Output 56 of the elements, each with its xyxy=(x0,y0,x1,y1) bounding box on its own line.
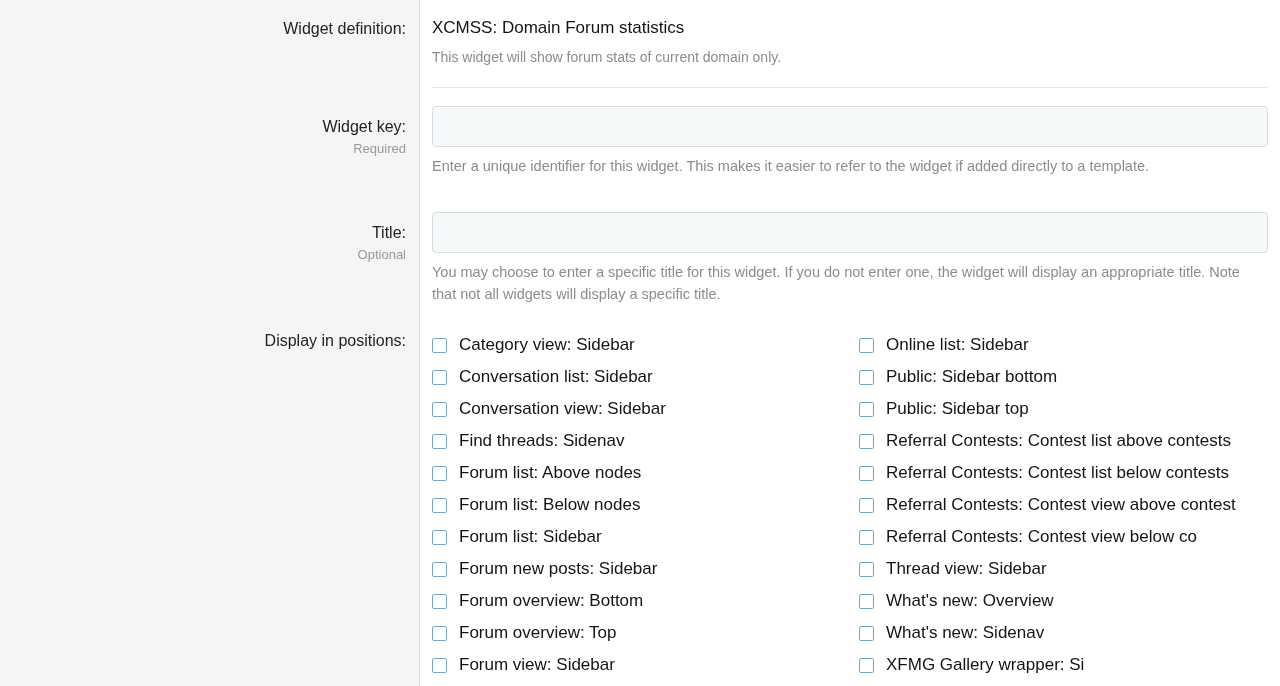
checkbox-label: Forum list: Sidebar xyxy=(459,526,602,549)
checkbox[interactable] xyxy=(432,625,447,641)
checkbox-label: What's new: Overview xyxy=(886,590,1054,613)
checkbox[interactable] xyxy=(859,433,874,449)
checkbox-label: Referral Contests: Contest list above contests xyxy=(886,430,1231,453)
checkbox[interactable] xyxy=(432,401,447,417)
checkbox[interactable] xyxy=(859,529,874,545)
checkbox[interactable] xyxy=(859,465,874,481)
checkbox-label: Forum list: Above nodes xyxy=(459,462,642,485)
checkbox-label: Public: Sidebar top xyxy=(886,398,1029,421)
checkbox-label: Thread view: Sidebar xyxy=(886,558,1047,581)
field-hint: You may choose to enter a specific title for this widget. If you do not enter one, the widget will display an appropriate title. Note that not all widgets will display a specific title. xyxy=(432,263,1241,304)
checkbox-label: Category view: Sidebar xyxy=(459,334,635,357)
checkbox-label: Forum overview: Top xyxy=(459,622,617,645)
checkbox[interactable] xyxy=(432,337,447,353)
checkbox-label: Forum list: Below nodes xyxy=(459,494,641,517)
checkbox-label: What's new: Sidenav xyxy=(886,622,1045,645)
checkbox[interactable] xyxy=(859,593,874,609)
checkbox[interactable] xyxy=(432,433,447,449)
field-label: Widget key: xyxy=(322,117,406,137)
checkbox-label: Forum view: Sidebar xyxy=(459,654,615,677)
checkbox-label: Public: Sidebar bottom xyxy=(886,366,1058,389)
text-input-field[interactable] xyxy=(432,106,1268,147)
checkbox-label: Find threads: Sidenav xyxy=(459,430,625,453)
field-label: Display in positions: xyxy=(264,331,406,351)
text-input-field[interactable] xyxy=(432,212,1268,253)
field-label: Title: xyxy=(371,223,406,243)
checkbox[interactable] xyxy=(432,529,447,545)
checkbox[interactable] xyxy=(859,497,874,513)
checkbox-label: Referral Contests: Contest list below contests xyxy=(886,462,1229,485)
checkbox-label: Referral Contests: Contest view above contest xyxy=(886,494,1236,517)
checkbox[interactable] xyxy=(432,465,447,481)
checkbox-label: Conversation list: Sidebar xyxy=(459,366,653,389)
checkbox-label: XFMG Gallery wrapper: Si xyxy=(886,654,1085,677)
checkbox[interactable] xyxy=(432,497,447,513)
checkbox[interactable] xyxy=(432,369,447,385)
field-hint: Enter a unique identifier for this widget. This makes it easier to refer to the widget if added directly to a template. xyxy=(432,157,1151,176)
checkbox[interactable] xyxy=(859,401,874,417)
checkbox[interactable] xyxy=(859,561,874,577)
field-label: Widget definition: xyxy=(283,19,406,39)
checkbox[interactable] xyxy=(859,657,874,673)
checkbox-label: Forum new posts: Sidebar xyxy=(459,558,658,581)
checkbox-label: Forum overview: Bottom xyxy=(459,590,644,613)
checkbox[interactable] xyxy=(432,657,447,673)
field-note: Required xyxy=(353,140,406,158)
checkbox[interactable] xyxy=(859,369,874,385)
checkbox[interactable] xyxy=(859,337,874,353)
checkbox-label: Referral Contests: Contest view below co xyxy=(886,526,1197,549)
checkbox-label: Conversation view: Sidebar xyxy=(459,398,666,421)
checkbox-label: Online list: Sidebar xyxy=(886,334,1029,357)
definition-description: This widget will show forum stats of current domain only. xyxy=(432,48,783,67)
checkbox[interactable] xyxy=(859,625,874,641)
field-note: Optional xyxy=(357,246,406,264)
checkbox[interactable] xyxy=(432,561,447,577)
checkbox[interactable] xyxy=(432,593,447,609)
definition-value: XCMSS: Domain Forum statistics xyxy=(432,17,686,39)
